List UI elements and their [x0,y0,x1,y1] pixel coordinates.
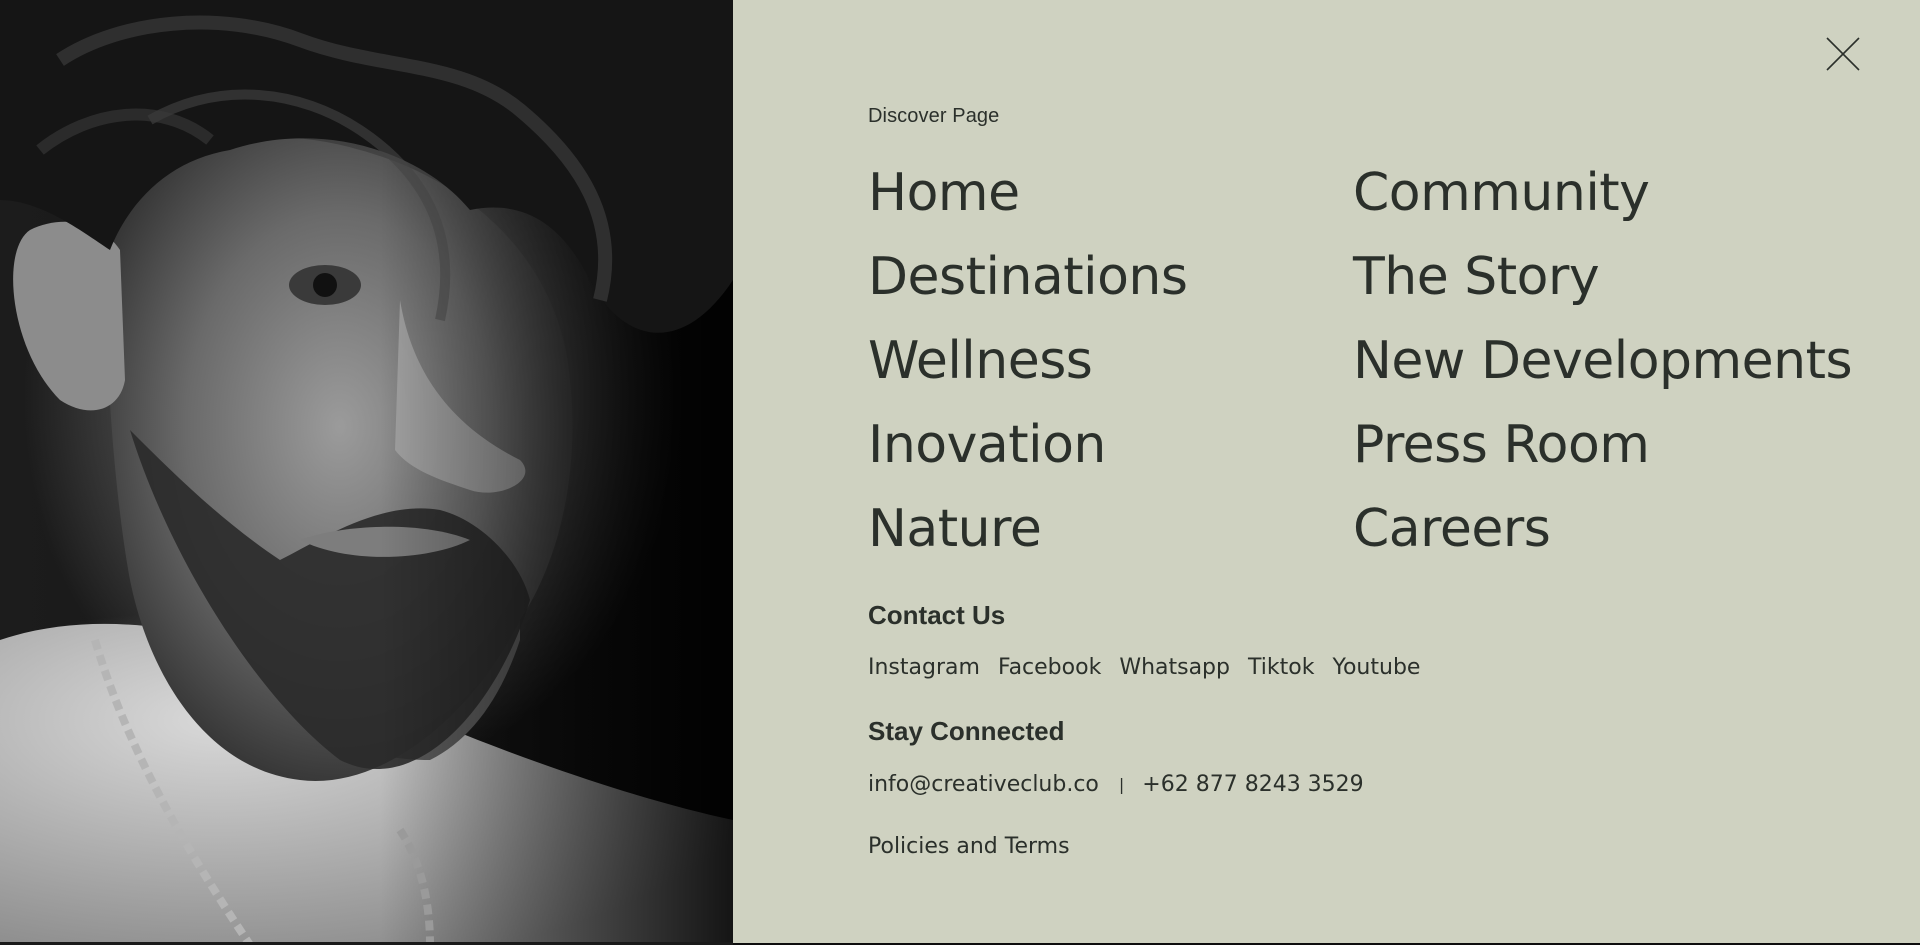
nav-link-careers[interactable]: Careers [1353,494,1852,578]
nav-column-right: Community The Story New Developments Pre… [1353,158,1853,578]
portrait-illustration [0,0,733,945]
social-link-facebook[interactable]: Facebook [998,655,1101,680]
menu-panel: Discover Page Home Destinations Wellness… [733,0,1920,943]
nav-link-home[interactable]: Home [868,158,1187,242]
contact-us-heading: Contact Us [868,600,1006,630]
nav-link-community[interactable]: Community [1353,158,1852,242]
email-link[interactable]: info@creativeclub.co [868,772,1099,797]
nav-link-wellness[interactable]: Wellness [868,326,1187,410]
social-link-tiktok[interactable]: Tiktok [1248,655,1314,680]
nav-link-new-developments[interactable]: New Developments [1353,326,1853,410]
nav-column-left: Home Destinations Wellness Inovation Nat… [868,158,1188,578]
phone-link[interactable]: +62 877 8243 3529 [1142,772,1363,797]
nav-link-destinations[interactable]: Destinations [868,242,1188,326]
nav-link-the-story[interactable]: The Story [1353,242,1852,326]
social-link-whatsapp[interactable]: Whatsapp [1119,655,1230,680]
portrait-photo [0,0,733,945]
social-link-instagram[interactable]: Instagram [868,655,980,680]
nav-link-inovation[interactable]: Inovation [868,410,1187,494]
contact-separator: | [1118,775,1125,794]
social-link-youtube[interactable]: Youtube [1332,655,1420,680]
nav-link-nature[interactable]: Nature [868,494,1187,578]
close-icon[interactable] [1823,34,1863,74]
discover-page-label: Discover Page [868,105,1000,127]
nav-link-press-room[interactable]: Press Room [1353,410,1852,494]
contact-details: info@creativeclub.co | +62 877 8243 3529 [868,772,1364,797]
stay-connected-heading: Stay Connected [868,716,1065,746]
policies-link[interactable]: Policies and Terms [868,834,1070,859]
social-links: Instagram Facebook Whatsapp Tiktok Youtu… [868,655,1420,680]
page: Discover Page Home Destinations Wellness… [0,0,1920,945]
